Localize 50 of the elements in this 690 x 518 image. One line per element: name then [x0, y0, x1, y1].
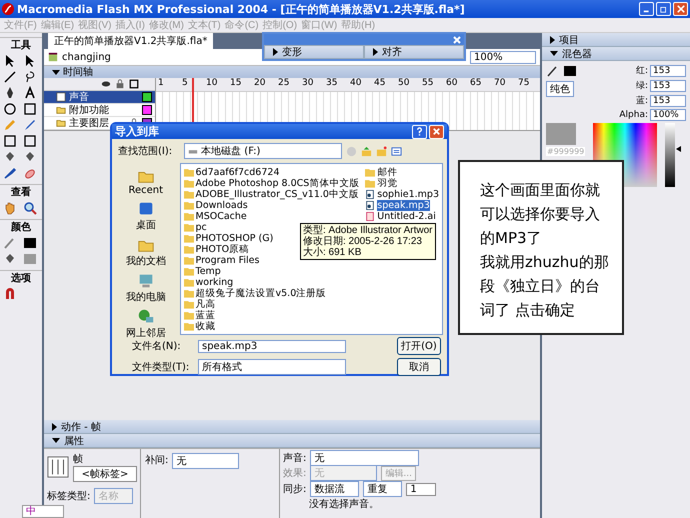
channel-label: 蓝: — [636, 94, 648, 107]
channel-label: 红: — [636, 64, 648, 77]
frame-number: 55 — [421, 78, 434, 90]
frame-number: 65 — [469, 78, 482, 90]
frame-number: 60 — [445, 78, 458, 90]
file-name-label: 文件名(N): — [132, 340, 182, 353]
tween-label: 补间: — [145, 454, 168, 467]
sound-label: 声音: — [283, 452, 306, 465]
frame-number: 1 — [157, 78, 165, 90]
frame-number: 40 — [349, 78, 362, 90]
panel-title: 变形 — [282, 46, 302, 59]
panel-title: 属性 — [64, 434, 84, 448]
timeline-heading: 时间轴 — [63, 66, 93, 79]
frame-number: 35 — [325, 78, 338, 90]
frame-number: 15 — [229, 78, 242, 90]
frame-number: 5 — [181, 78, 189, 90]
sound-status: 没有选择声音。 — [308, 498, 380, 511]
frame-number: 20 — [253, 78, 266, 90]
frame-number: 25 — [277, 78, 290, 90]
frame-number: 50 — [397, 78, 410, 90]
colors-heading: 颜色 — [0, 219, 42, 234]
layer-name: 声音 — [69, 90, 90, 104]
look-in-label: 查找范围(I): — [118, 144, 172, 158]
note-text: 我就用zhuzhu的那段《独立日》的台词了 点击确定 — [480, 252, 610, 321]
view-heading: 查看 — [0, 184, 42, 199]
label-type-label: 标签类型: — [47, 490, 90, 503]
tooltip-line: 修改日期: 2005-2-26 17:23 — [303, 236, 423, 247]
layer-name: 附加功能 — [69, 104, 110, 117]
window-title: Macromedia Flash MX Professional 2004 - [正午的简单播放器V1.2共享版.fla*] — [17, 2, 466, 16]
note-text: 这个画面里面你就可以选择你要导入的MP3了 — [480, 180, 601, 249]
effect-label: 效果: — [283, 467, 306, 480]
frame-number: 75 — [517, 78, 530, 90]
options-heading: 选项 — [0, 270, 42, 285]
tools-heading: 工具 — [0, 37, 42, 52]
panel-title: 动作 - 帧 — [61, 420, 101, 434]
panel-title: 对齐 — [382, 46, 402, 59]
channel-label: Alpha: — [619, 110, 648, 120]
layer-name: 主要图层 — [69, 116, 110, 130]
panel-title: 项目 — [559, 34, 579, 46]
frame-label: 帧 — [73, 452, 84, 466]
panel-title: 混色器 — [562, 48, 592, 60]
file-type-label: 文件类型(T): — [132, 360, 186, 374]
frame-number: 10 — [205, 78, 218, 90]
tooltip-line: 大小: 691 KB — [303, 247, 362, 258]
frame-number: 30 — [301, 78, 314, 90]
sync-label: 同步: — [283, 482, 306, 496]
tooltip-line: 类型: Adobe Illustrator Artwor — [303, 225, 432, 236]
channel-label: 绿: — [636, 80, 648, 92]
frame-number: 45 — [373, 78, 386, 90]
frame-number: 70 — [493, 78, 506, 90]
